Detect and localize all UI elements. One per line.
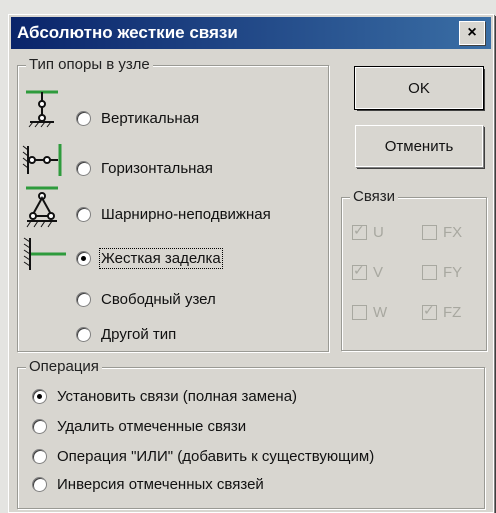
constraint-fy: FY [422, 264, 462, 281]
radio-button[interactable] [76, 161, 91, 176]
constraint-fx: FX [422, 224, 462, 241]
operation-option-replace[interactable]: Установить связи (полная замена) [32, 388, 297, 405]
close-button[interactable]: × [459, 21, 485, 45]
support-option-fixed[interactable]: Жесткая заделка [76, 248, 223, 269]
option-label: Вертикальная [101, 110, 200, 127]
checkbox [352, 262, 367, 280]
operation-legend: Операция [26, 358, 102, 375]
fixed-support-icon [23, 237, 66, 270]
radio-button[interactable] [32, 389, 47, 404]
check-label: FX [443, 224, 463, 241]
radio-button[interactable] [32, 449, 47, 464]
option-label: Свободный узел [101, 291, 216, 308]
radio-button[interactable] [76, 207, 91, 222]
constraint-v: V [352, 262, 384, 281]
radio-button[interactable] [32, 419, 47, 434]
option-label: Удалить отмеченные связи [57, 418, 247, 435]
dialog-title: Абсолютно жесткие связи [17, 23, 238, 42]
support-option-pinned[interactable]: Шарнирно-неподвижная [76, 206, 271, 223]
cancel-button[interactable]: Отменить [355, 125, 483, 167]
support-option-other[interactable]: Другой тип [76, 326, 176, 343]
dialog-window: Абсолютно жесткие связи × Тип опоры в уз… [8, 14, 494, 513]
checkbox [352, 222, 367, 240]
constraint-u: U [352, 222, 384, 241]
constraints-legend: Связи [350, 188, 399, 205]
radio-button[interactable] [76, 292, 91, 307]
constraint-fz: FZ [422, 302, 462, 321]
check-label: W [373, 304, 388, 321]
support-option-horizontal[interactable]: Горизонтальная [76, 160, 213, 177]
support-type-legend: Тип опоры в узле [26, 56, 153, 73]
check-label: FY [443, 264, 463, 281]
constraints-group: Связи U FX V FY W FZ [341, 188, 487, 351]
radio-button[interactable] [76, 111, 91, 126]
ok-button[interactable]: OK [354, 66, 484, 110]
support-option-vertical[interactable]: Вертикальная [76, 110, 199, 127]
horizontal-support-icon [22, 144, 62, 176]
option-label: Операция "ИЛИ" (добавить к существующим) [57, 448, 375, 465]
option-label: Установить связи (полная замена) [57, 388, 298, 405]
checkbox [422, 302, 437, 320]
option-label: Жесткая заделка [99, 248, 223, 269]
support-option-free[interactable]: Свободный узел [76, 291, 216, 308]
check-label: U [373, 224, 384, 241]
check-label: FZ [443, 304, 462, 321]
title-bar[interactable]: Абсолютно жесткие связи × [11, 17, 491, 49]
support-type-group: Тип опоры в узле Вертикальная Горизонтал… [17, 56, 329, 352]
option-label: Шарнирно-неподвижная [101, 206, 271, 223]
option-label: Другой тип [101, 326, 177, 343]
option-label: Инверсия отмеченных связей [57, 476, 264, 493]
constraint-w: W [352, 304, 387, 321]
option-label: Горизонтальная [101, 160, 213, 177]
radio-button[interactable] [76, 251, 91, 266]
operation-option-invert[interactable]: Инверсия отмеченных связей [32, 476, 264, 493]
checkbox [422, 225, 437, 240]
vertical-support-icon [26, 90, 58, 128]
check-label: V [373, 264, 384, 281]
pinned-support-icon [26, 186, 58, 228]
checkbox [352, 305, 367, 320]
radio-button[interactable] [76, 327, 91, 342]
operation-group: Операция Установить связи (полная замена… [17, 358, 485, 509]
operation-option-or[interactable]: Операция "ИЛИ" (добавить к существующим) [32, 448, 374, 465]
radio-button[interactable] [32, 477, 47, 492]
operation-option-delete[interactable]: Удалить отмеченные связи [32, 418, 246, 435]
checkbox [422, 265, 437, 280]
